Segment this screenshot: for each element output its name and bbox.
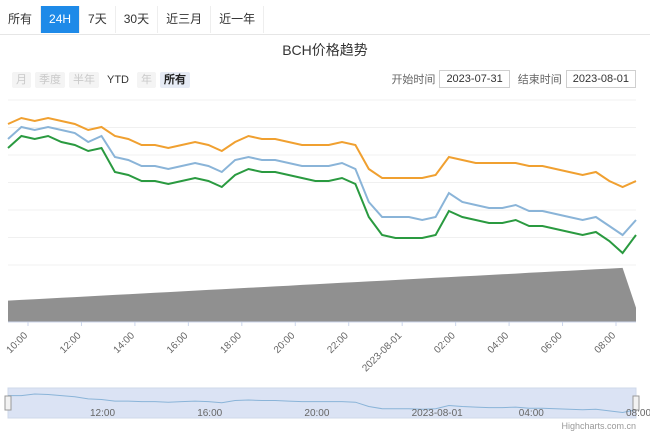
series-line-0 <box>7 116 637 189</box>
navigator-label: 16:00 <box>197 408 222 419</box>
x-tick-label: 08:00 <box>593 330 619 356</box>
credits-link[interactable]: Highcharts.com.cn <box>561 421 636 431</box>
x-tick-label: 06:00 <box>539 330 565 356</box>
x-tick-label: 10:00 <box>5 330 31 356</box>
x-tick-label: 2023-08-01 <box>360 330 404 374</box>
navigator-label: 12:00 <box>90 408 115 419</box>
series-line-2 <box>7 134 637 255</box>
navigator-handle-left <box>4 395 12 411</box>
price-chart: 10:00 12:00 14:00 16:00 18:00 20:00 22:00 2023-… <box>4 99 650 419</box>
navigator-label: 04:00 <box>519 408 544 419</box>
x-tick-label: 18:00 <box>218 330 244 356</box>
navigator-label: 2023-08-01 <box>412 408 464 419</box>
navigator-label: 08:00 <box>626 408 650 419</box>
volume-area <box>8 267 636 322</box>
x-tick-label: 12:00 <box>58 330 84 356</box>
navigator-label: 20:00 <box>304 408 329 419</box>
x-tick-label: 22:00 <box>325 330 351 356</box>
x-tick-label: 04:00 <box>486 330 512 356</box>
x-tick-label: 20:00 <box>272 330 298 356</box>
x-tick-label: 16:00 <box>165 330 191 356</box>
x-tick-label: 14:00 <box>112 330 138 356</box>
x-tick-label: 02:00 <box>432 330 458 356</box>
